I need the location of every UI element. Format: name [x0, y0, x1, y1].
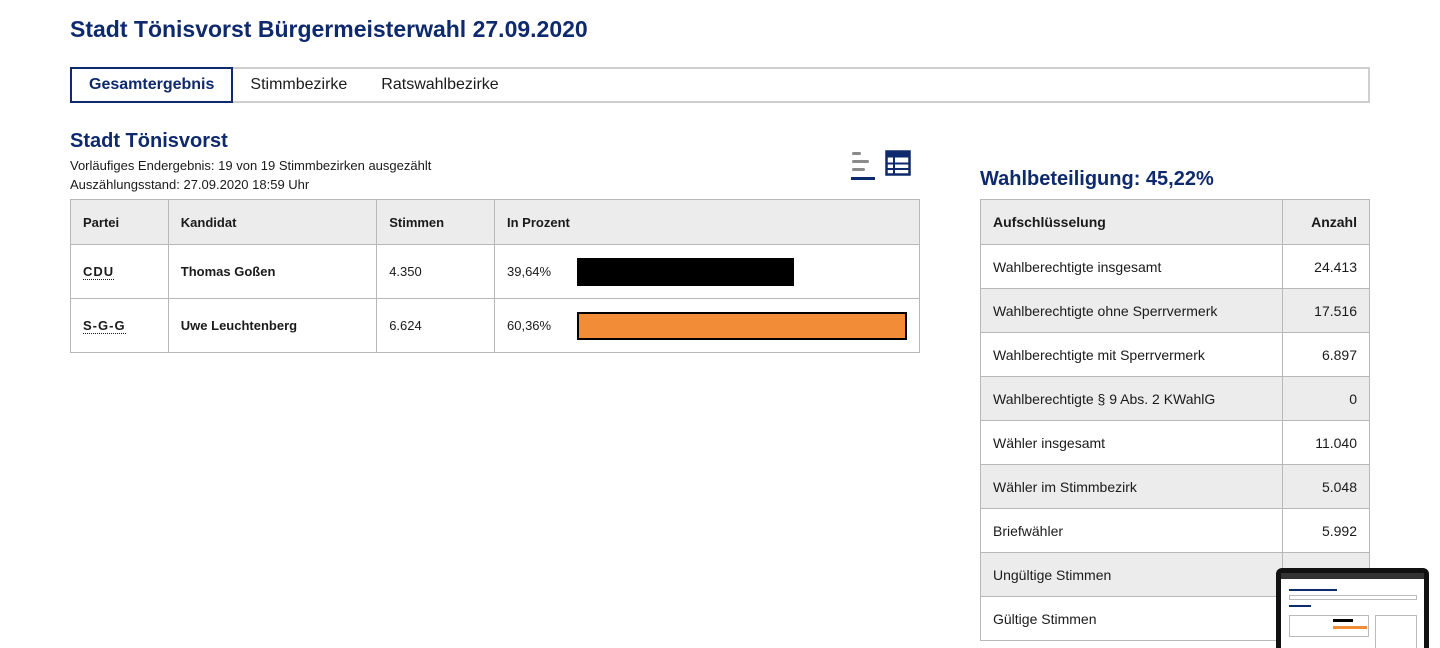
- table-row: CDU Thomas Goßen 4.350 39,64%: [70, 244, 920, 299]
- breakdown-value: 24.413: [1282, 244, 1370, 289]
- tab-gesamtergebnis[interactable]: Gesamtergebnis: [70, 67, 234, 103]
- col-header-percent: In Prozent: [494, 199, 920, 245]
- result-section-title: Stadt Tönisvorst: [70, 130, 228, 152]
- tab-bar: Gesamtergebnis Stimmbezirke Ratswahlbezi…: [70, 67, 1370, 103]
- table-row: Wahlberechtigte ohne Sperrvermerk 17.516: [980, 288, 1370, 333]
- breakdown-label: Ungültige Stimmen: [980, 552, 1283, 597]
- table-row: Wähler insgesamt 11.040: [980, 420, 1370, 465]
- bar-chart-view-icon[interactable]: [850, 150, 876, 182]
- col-header-breakdown: Aufschlüsselung: [980, 199, 1283, 245]
- table-row: Briefwähler 5.992: [980, 508, 1370, 553]
- breakdown-value: 5.992: [1282, 508, 1370, 553]
- col-header-party: Partei: [70, 199, 169, 245]
- results-table: Partei Kandidat Stimmen In Prozent CDU T…: [70, 199, 920, 353]
- table-view-icon[interactable]: [885, 150, 911, 182]
- breakdown-label: Wähler im Stimmbezirk: [980, 464, 1283, 509]
- tab-stimmbezirke[interactable]: Stimmbezirke: [233, 69, 364, 101]
- tab-ratswahlbezirke[interactable]: Ratswahlbezirke: [364, 69, 515, 101]
- breakdown-label: Wahlberechtigte § 9 Abs. 2 KWahlG: [980, 376, 1283, 421]
- col-header-count: Anzahl: [1282, 199, 1370, 245]
- breakdown-label: Briefwähler: [980, 508, 1283, 553]
- breakdown-label: Wahlberechtigte ohne Sperrvermerk: [980, 288, 1283, 333]
- vote-count: 4.350: [376, 244, 495, 299]
- breakdown-value: 5.048: [1282, 464, 1370, 509]
- table-row: Wahlberechtigte insgesamt 24.413: [980, 244, 1370, 289]
- thumbnail-preview: [1281, 573, 1424, 648]
- breakdown-value: 17.516: [1282, 288, 1370, 333]
- breakdown-value: 0: [1282, 376, 1370, 421]
- breakdown-label: Wähler insgesamt: [980, 420, 1283, 465]
- breakdown-value: 11.040: [1282, 420, 1370, 465]
- party-abbreviation[interactable]: CDU: [83, 264, 115, 280]
- vote-percent: 60,36%: [507, 318, 552, 333]
- table-row: Wähler im Stimmbezirk 5.048: [980, 464, 1370, 509]
- screenshot-thumbnail[interactable]: [1276, 568, 1429, 648]
- turnout-title: Wahlbeteiligung: 45,22%: [980, 168, 1214, 190]
- breakdown-label: Gültige Stimmen: [980, 596, 1283, 641]
- col-header-candidate: Kandidat: [167, 199, 378, 245]
- table-row: Wahlberechtigte mit Sperrvermerk 6.897: [980, 332, 1370, 377]
- breakdown-value: 6.897: [1282, 332, 1370, 377]
- candidate-name: Uwe Leuchtenberg: [167, 298, 378, 353]
- count-status: Vorläufiges Endergebnis: 19 von 19 Stimm…: [70, 158, 432, 173]
- vote-count: 6.624: [376, 298, 495, 353]
- table-row: Wahlberechtigte § 9 Abs. 2 KWahlG 0: [980, 376, 1370, 421]
- view-toggle: [850, 150, 911, 182]
- breakdown-label: Wahlberechtigte insgesamt: [980, 244, 1283, 289]
- breakdown-label: Wahlberechtigte mit Sperrvermerk: [980, 332, 1283, 377]
- party-abbreviation[interactable]: S-G-G: [83, 318, 126, 334]
- candidate-name: Thomas Goßen: [167, 244, 378, 299]
- page-title: Stadt Tönisvorst Bürgermeisterwahl 27.09…: [70, 16, 588, 42]
- vote-share-bar: [577, 257, 794, 286]
- vote-percent: 39,64%: [507, 264, 552, 279]
- count-timestamp: Auszählungsstand: 27.09.2020 18:59 Uhr: [70, 177, 310, 192]
- col-header-votes: Stimmen: [376, 199, 495, 245]
- vote-share-bar: [577, 311, 907, 340]
- table-row: S-G-G Uwe Leuchtenberg 6.624 60,36%: [70, 298, 920, 353]
